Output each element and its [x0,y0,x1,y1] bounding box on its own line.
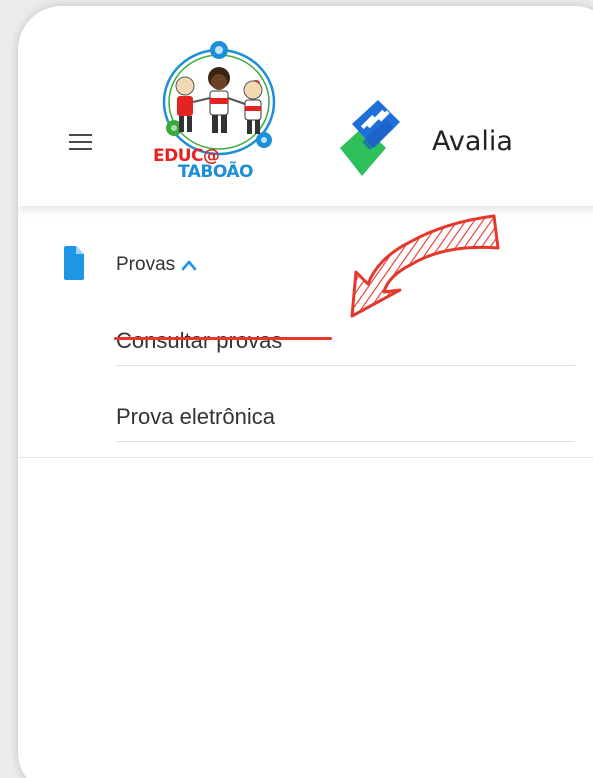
logo-text-bottom: TABOÃO [178,162,254,182]
hamburger-menu-icon[interactable] [66,130,98,158]
divider [116,441,575,442]
app-header: EDUC@ TABOÃO Avalia [18,6,593,206]
nav-subitem-label: Prova eletrônica [116,404,275,429]
chevron-up-icon [181,260,197,271]
highlight-underline [114,337,332,340]
nav-subitem-label: Consultar provas [116,328,283,353]
divider [116,365,575,366]
educa-taboao-logo: EDUC@ TABOÃO [152,36,282,188]
document-icon [64,246,84,280]
hand-drawn-arrow-icon [350,214,500,318]
nav-subitem-prova-eletronica[interactable]: Prova eletrônica [116,400,575,442]
app-name: Avalia [432,126,513,157]
app-card: EDUC@ TABOÃO Avalia Provas Consultar pro… [18,6,593,778]
nav-subitem-consultar-provas[interactable]: Consultar provas [116,324,575,366]
sidebar-nav: Provas Consultar provas Prova eletrônica [18,206,593,458]
nav-item-provas[interactable]: Provas [116,254,197,276]
avalia-logo-icon [338,96,404,178]
nav-item-provas-label: Provas [116,254,176,275]
